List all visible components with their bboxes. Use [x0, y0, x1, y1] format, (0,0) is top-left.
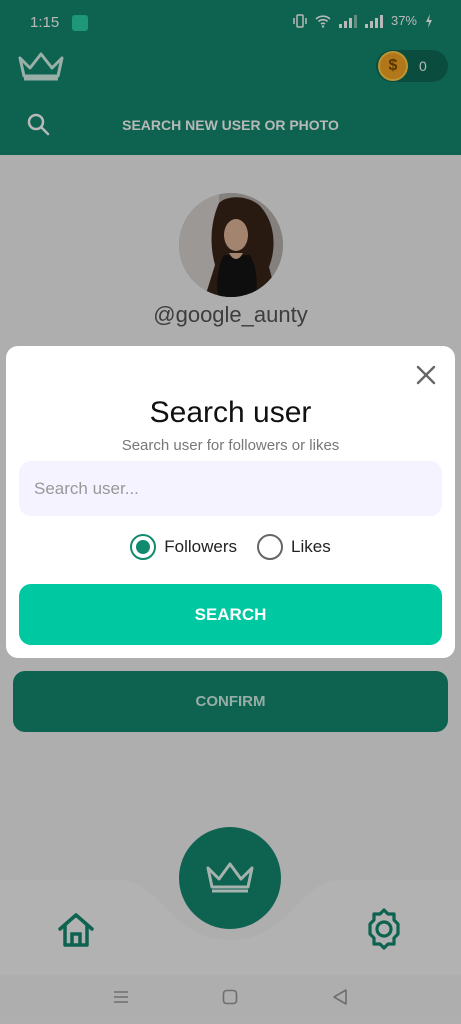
radio-likes[interactable]: Likes [257, 534, 331, 560]
radio-selected-icon[interactable] [130, 534, 157, 560]
dialog-title: Search user [149, 396, 312, 429]
dialog-subtitle: Search user for followers or likes [121, 437, 340, 454]
search-button[interactable]: SEARCH [19, 584, 442, 645]
search-user-dialog: Search user Search user for followers or… [6, 346, 455, 658]
radio-likes-label: Likes [291, 537, 331, 556]
search-user-input[interactable] [19, 461, 442, 516]
search-type-options: Followers Likes [6, 534, 455, 560]
close-icon[interactable] [414, 363, 438, 387]
radio-unselected-icon[interactable] [257, 534, 284, 560]
radio-followers[interactable]: Followers [130, 534, 237, 560]
radio-followers-label: Followers [164, 537, 238, 556]
